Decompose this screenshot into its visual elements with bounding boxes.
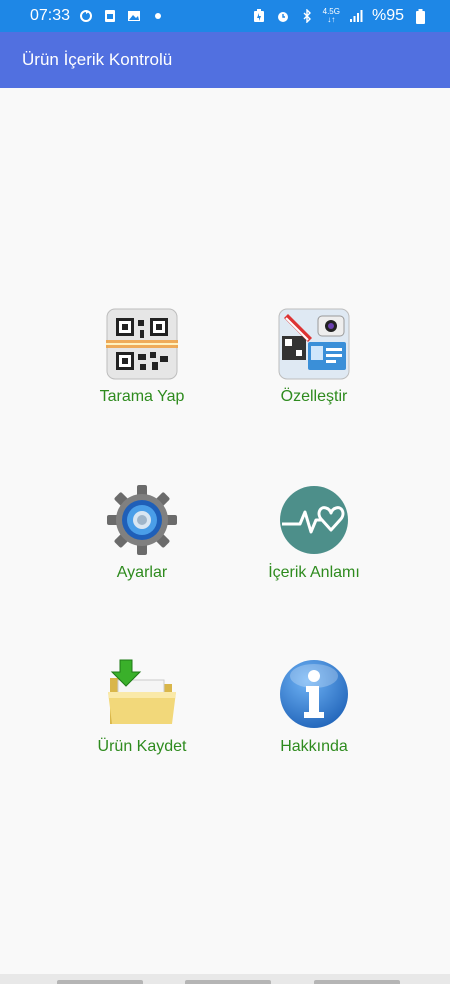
bluetooth-icon: [299, 8, 315, 24]
battery-icon: [412, 8, 428, 24]
app-bar: Ürün İçerik Kontrolü: [0, 32, 450, 88]
heartbeat-icon: [280, 486, 348, 554]
sync-icon: [78, 8, 94, 24]
customize-icon: [278, 308, 350, 380]
settings-label: Ayarlar: [116, 564, 168, 581]
battery-saver-icon: [251, 8, 267, 24]
navigation-bar: [0, 974, 450, 984]
customize-button[interactable]: Özelleştir: [234, 308, 394, 406]
qr-scan-icon: [106, 308, 178, 380]
about-label: Hakkında: [280, 738, 348, 755]
about-button[interactable]: Hakkında: [234, 658, 394, 756]
folder-download-icon: [108, 659, 176, 724]
network-type: 4.5G: [322, 7, 340, 16]
settings-button[interactable]: Ayarlar: [62, 484, 222, 582]
info-icon: [280, 660, 348, 728]
scan-label: Tarama Yap: [99, 388, 185, 405]
scan-button[interactable]: Tarama Yap: [62, 308, 222, 406]
gallery-icon: [126, 8, 142, 24]
gear-icon: [107, 485, 177, 555]
content-meaning-label: İçerik Anlamı: [268, 564, 360, 581]
network-icon: 4.5G ↓↑: [322, 7, 340, 24]
signal-icon: [348, 8, 364, 24]
alarm-icon: [275, 8, 291, 24]
save-product-label: Ürün Kaydet: [97, 738, 187, 755]
save-product-button[interactable]: Ürün Kaydet: [62, 658, 222, 756]
sim-icon: [102, 8, 118, 24]
content-meaning-button[interactable]: İçerik Anlamı: [234, 484, 394, 582]
home-button[interactable]: [185, 980, 271, 984]
notification-dot-icon: [150, 8, 166, 24]
customize-label: Özelleştir: [280, 388, 348, 405]
status-bar: 07:33 4.5G ↓↑ %95: [0, 0, 450, 32]
app-title: Ürün İçerik Kontrolü: [22, 50, 173, 69]
battery-percent: %95: [371, 7, 404, 24]
back-button[interactable]: [314, 980, 400, 984]
recents-button[interactable]: [57, 980, 143, 984]
status-time: 07:33: [30, 7, 71, 24]
